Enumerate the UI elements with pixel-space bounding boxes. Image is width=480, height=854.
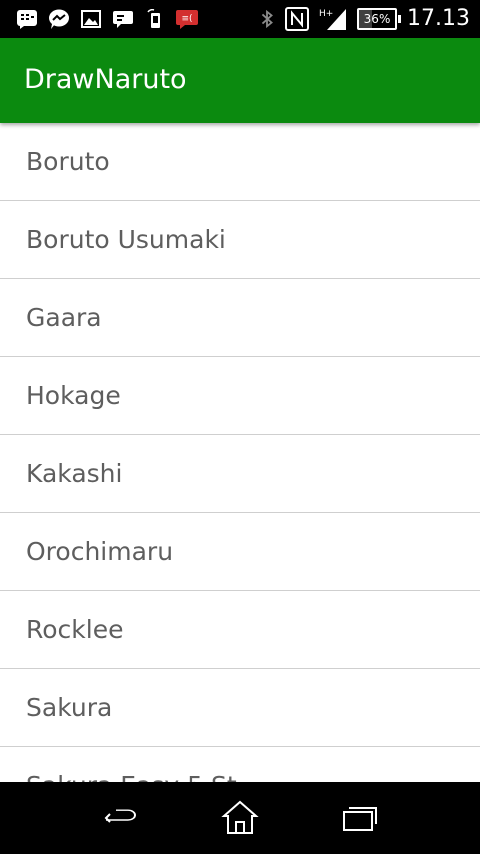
- list-item-label: Gaara: [26, 303, 102, 332]
- list-item-label: Boruto: [26, 147, 110, 176]
- navigation-bar: [0, 782, 480, 854]
- list-item[interactable]: Boruto: [0, 123, 480, 201]
- list-item[interactable]: Boruto Usumaki: [0, 201, 480, 279]
- home-icon: [220, 798, 260, 838]
- battery-indicator: 36%: [357, 8, 402, 30]
- back-button[interactable]: [100, 798, 140, 838]
- clock: 17.13: [407, 6, 470, 31]
- app-title: DrawNaruto: [24, 64, 187, 95]
- bbm-icon: [16, 9, 38, 29]
- list-item[interactable]: Orochimaru: [0, 513, 480, 591]
- system-status: H+ 36% 17.13: [259, 6, 470, 32]
- list-item[interactable]: Rocklee: [0, 591, 480, 669]
- signal-hplus-icon: H+: [319, 7, 347, 31]
- status-bar: ≡( H+ 36% 17.13: [0, 0, 480, 38]
- bluetooth-icon: [259, 9, 275, 29]
- notification-icons: ≡(: [16, 8, 198, 30]
- svg-text:H+: H+: [319, 9, 333, 19]
- gallery-icon: [80, 9, 102, 29]
- list-item[interactable]: Kakashi: [0, 435, 480, 513]
- battery-cap: [398, 15, 402, 23]
- nfc-icon: [285, 7, 310, 31]
- phone-sync-icon: [144, 9, 166, 29]
- home-button[interactable]: [220, 798, 260, 838]
- list-item[interactable]: Hokage: [0, 357, 480, 435]
- battery-percent: 36%: [363, 12, 391, 26]
- list-item-label: Kakashi: [26, 459, 123, 488]
- list-item-label: Sakura: [26, 693, 113, 722]
- svg-text:≡(: ≡(: [181, 14, 192, 24]
- list-item-label: Sakura Easy 5 St...: [0, 771, 261, 782]
- list-item-label: Hokage: [26, 381, 121, 410]
- character-list[interactable]: Boruto Boruto Usumaki Gaara Hokage Kakas…: [0, 123, 480, 782]
- messenger-icon: [48, 9, 70, 29]
- list-item-label: Boruto Usumaki: [26, 225, 226, 254]
- chat-icon: [112, 9, 134, 29]
- app-bar: DrawNaruto: [0, 38, 480, 123]
- list-item[interactable]: Gaara: [0, 279, 480, 357]
- recent-apps-icon: [340, 798, 380, 838]
- red-notification-icon: ≡(: [176, 9, 198, 29]
- list-item-label: Orochimaru: [26, 537, 174, 566]
- list-item[interactable]: Sakura: [0, 669, 480, 747]
- recent-apps-button[interactable]: [340, 798, 380, 838]
- list-item[interactable]: Sakura Easy 5 St...: [0, 747, 480, 782]
- back-icon: [100, 798, 140, 838]
- list-item-label: Rocklee: [26, 615, 124, 644]
